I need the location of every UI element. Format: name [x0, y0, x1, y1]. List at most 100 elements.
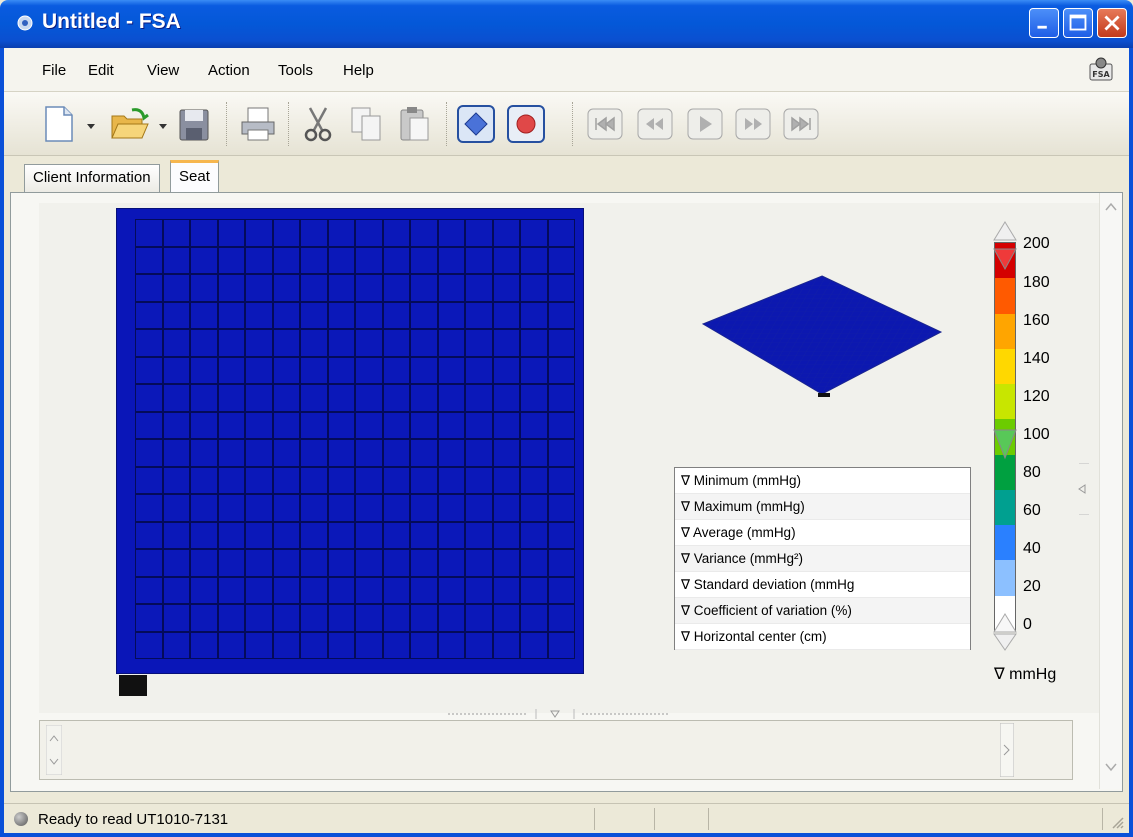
splitter-handle-icon[interactable]: [448, 709, 688, 719]
stat-standard-deviation[interactable]: ∇ Standard deviation (mmHg: [675, 572, 970, 598]
scale-label-20: 20: [1023, 578, 1041, 595]
pressure-cell: [520, 521, 548, 549]
fast-forward-icon[interactable]: [734, 104, 772, 144]
color-scale-segment: [995, 278, 1015, 314]
print-icon[interactable]: [238, 104, 278, 144]
pressure-cell: [300, 411, 328, 439]
status-text: Ready to read UT1010-7131: [38, 811, 229, 828]
timeline-scroll-icon[interactable]: [46, 725, 62, 775]
skip-to-end-icon[interactable]: [782, 104, 820, 144]
pressure-cell: [547, 439, 575, 467]
pressure-cell: [520, 384, 548, 412]
stat-minimum[interactable]: ∇ Minimum (mmHg): [675, 468, 970, 494]
pressure-3d-view[interactable]: [700, 272, 945, 402]
cut-icon[interactable]: [300, 104, 336, 144]
menu-edit[interactable]: Edit: [88, 62, 114, 79]
scale-max-up-arrow-icon[interactable]: [990, 220, 1020, 242]
pressure-cell: [492, 274, 520, 302]
stat-coefficient-of-variation[interactable]: ∇ Coefficient of variation (%): [675, 598, 970, 624]
pressure-cell: [190, 494, 218, 522]
stat-horizontal-center[interactable]: ∇ Horizontal center (cm): [675, 624, 970, 650]
pressure-cell: [382, 411, 410, 439]
pressure-cell: [327, 521, 355, 549]
scale-min-handle-icon[interactable]: [990, 612, 1020, 652]
statistics-list[interactable]: ∇ Minimum (mmHg) ∇ Maximum (mmHg) ∇ Aver…: [674, 467, 971, 650]
stat-maximum[interactable]: ∇ Maximum (mmHg): [675, 494, 970, 520]
color-scale-segment: [995, 560, 1015, 596]
side-collapse-icon[interactable]: [1071, 463, 1093, 515]
play-icon[interactable]: [686, 104, 724, 144]
pressure-cell: [300, 219, 328, 247]
pressure-cell: [190, 219, 218, 247]
scale-max-handle-icon[interactable]: [990, 246, 1020, 272]
pressure-cell: [382, 466, 410, 494]
pressure-cell: [520, 439, 548, 467]
pressure-cell: [300, 274, 328, 302]
stat-variance[interactable]: ∇ Variance (mmHg²): [675, 546, 970, 572]
pressure-cell: [217, 604, 245, 632]
status-divider: [708, 808, 709, 830]
scale-unit-selector[interactable]: ∇ mmHg: [994, 664, 1056, 684]
record-icon[interactable]: [506, 104, 546, 144]
pressure-cell: [245, 466, 273, 494]
pressure-cell: [465, 576, 493, 604]
pressure-cell: [410, 356, 438, 384]
tab-client-information[interactable]: Client Information: [24, 164, 160, 192]
status-divider: [594, 808, 595, 830]
stat-average[interactable]: ∇ Average (mmHg): [675, 520, 970, 546]
pressure-cell: [327, 246, 355, 274]
scale-label-160: 160: [1023, 312, 1050, 329]
pressure-cell: [190, 274, 218, 302]
pressure-cell: [300, 246, 328, 274]
open-folder-icon[interactable]: [108, 104, 152, 144]
diamond-mode-icon[interactable]: [456, 104, 496, 144]
timeline-expand-icon[interactable]: [1000, 723, 1014, 777]
rewind-icon[interactable]: [636, 104, 674, 144]
pressure-cell: [135, 604, 163, 632]
pressure-cell: [272, 521, 300, 549]
vertical-scrollbar[interactable]: [1099, 193, 1121, 789]
copy-icon[interactable]: [348, 104, 384, 144]
dropdown-arrow-icon[interactable]: [84, 104, 98, 144]
menu-view[interactable]: View: [147, 62, 179, 79]
pressure-cell: [465, 301, 493, 329]
pressure-cell: [437, 604, 465, 632]
paste-icon[interactable]: [396, 104, 432, 144]
save-icon[interactable]: [176, 104, 212, 144]
close-button[interactable]: [1097, 8, 1127, 38]
pressure-cell: [410, 604, 438, 632]
pressure-cell: [162, 576, 190, 604]
scroll-up-icon[interactable]: [1103, 199, 1119, 215]
resize-grip-icon[interactable]: [1109, 814, 1125, 830]
new-file-icon[interactable]: [40, 104, 76, 144]
pressure-cell: [327, 219, 355, 247]
pressure-cell: [190, 411, 218, 439]
pressure-cell: [355, 329, 383, 357]
pressure-cell: [300, 329, 328, 357]
pressure-cell: [190, 329, 218, 357]
fsa-app-icon[interactable]: [14, 12, 36, 34]
toolbar-separator: [288, 102, 290, 146]
pressure-cell: [245, 604, 273, 632]
dropdown-arrow-icon[interactable]: [156, 104, 170, 144]
pressure-cell: [547, 329, 575, 357]
scroll-down-icon[interactable]: [1103, 759, 1119, 775]
pressure-cell: [547, 274, 575, 302]
tab-seat[interactable]: Seat: [170, 160, 219, 192]
pressure-cell: [190, 301, 218, 329]
pressure-cell: [410, 274, 438, 302]
fsa-logo-icon: FSA: [1089, 57, 1113, 81]
maximize-button[interactable]: [1063, 8, 1093, 38]
menu-file[interactable]: File: [42, 62, 66, 79]
skip-to-start-icon[interactable]: [586, 104, 624, 144]
pressure-cell: [355, 521, 383, 549]
pressure-cell: [162, 631, 190, 659]
minimize-button[interactable]: [1029, 8, 1059, 38]
menu-tools[interactable]: Tools: [278, 62, 313, 79]
pressure-cell: [190, 631, 218, 659]
scale-mid-handle-icon[interactable]: [990, 428, 1020, 462]
title-bar[interactable]: Untitled - FSA: [0, 0, 1133, 48]
pressure-map[interactable]: [116, 208, 584, 674]
menu-action[interactable]: Action: [208, 62, 250, 79]
menu-help[interactable]: Help: [343, 62, 374, 79]
